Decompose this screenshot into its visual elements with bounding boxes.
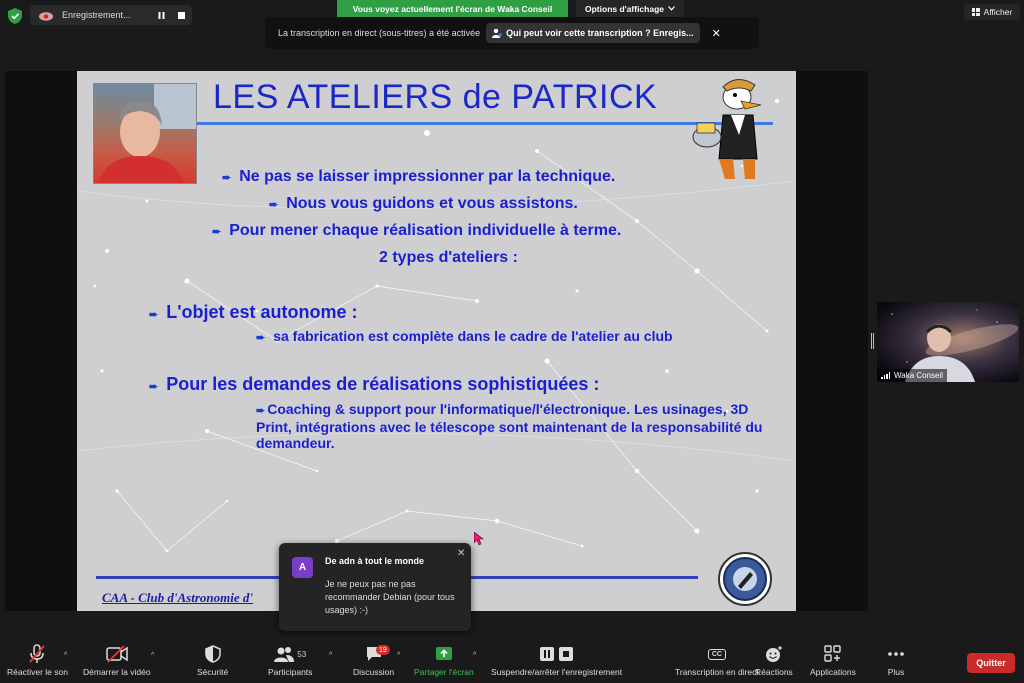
avatar: A bbox=[292, 557, 313, 578]
pause-stop-icon bbox=[539, 647, 573, 661]
more-button[interactable]: Plus bbox=[887, 644, 905, 677]
more-dots-icon bbox=[888, 652, 904, 656]
arrow-bullet-icon: ➨ bbox=[149, 309, 159, 321]
view-button[interactable]: Afficher bbox=[964, 4, 1020, 20]
person-icon bbox=[492, 28, 502, 38]
presenter-photo bbox=[93, 83, 197, 184]
smiley-icon bbox=[765, 646, 782, 662]
applications-button[interactable]: Applications bbox=[810, 644, 856, 677]
live-transcript-button[interactable]: CC Transcription en direct bbox=[675, 644, 759, 677]
participants-icon bbox=[274, 647, 295, 662]
transcription-notice-text: La transcription en direct (sous-titres)… bbox=[278, 28, 481, 38]
grid-view-icon bbox=[971, 8, 980, 16]
pause-recording-button[interactable] bbox=[152, 8, 170, 22]
close-icon[interactable]: ✕ bbox=[712, 27, 721, 40]
leave-meeting-button[interactable]: Quitter bbox=[967, 653, 1015, 673]
bullet-item: ➨ Pour mener chaque réalisation individue… bbox=[212, 222, 622, 239]
participant-video-tile[interactable]: Waka Conseil bbox=[877, 302, 1019, 382]
title-underline bbox=[197, 122, 773, 125]
cloud-recording-icon bbox=[39, 11, 53, 21]
view-button-label: Afficher bbox=[983, 7, 1013, 17]
chat-notification[interactable]: A De adn à tout le monde Je ne peux pas … bbox=[279, 543, 471, 631]
chat-unread-badge: 19 bbox=[376, 645, 390, 655]
arrow-bullet-icon: ➨ bbox=[269, 199, 279, 211]
bullet-item: ➨ Ne pas se laisser impressionner par la … bbox=[222, 168, 616, 185]
transcription-visibility-label: Qui peut voir cette transcription ? Enre… bbox=[506, 28, 694, 38]
club-logo bbox=[718, 552, 772, 606]
arrow-bullet-icon: ➨ bbox=[222, 172, 232, 184]
participants-count: 53 bbox=[297, 649, 307, 659]
close-icon[interactable]: ✕ bbox=[457, 548, 465, 559]
bullet-item: ➨ L'objet est autonome : bbox=[149, 302, 358, 322]
bullet-item: ➨ sa fabrication est complète dans le cad… bbox=[256, 328, 673, 344]
audio-options-caret[interactable]: ^ bbox=[64, 652, 67, 659]
view-options-button[interactable]: Options d'affichage bbox=[576, 0, 684, 17]
arrow-bullet-icon: ➨ bbox=[256, 405, 266, 417]
arrow-bullet-icon: ➨ bbox=[256, 332, 266, 344]
pause-icon bbox=[158, 11, 164, 19]
recording-label: Enregistrement... bbox=[62, 10, 131, 20]
panel-resize-handle[interactable] bbox=[871, 333, 874, 349]
bullet-item: 2 types d'ateliers : bbox=[379, 249, 518, 266]
share-screen-icon bbox=[435, 647, 452, 660]
mouse-cursor-icon bbox=[474, 532, 484, 546]
transcription-visibility-button[interactable]: Qui peut voir cette transcription ? Enre… bbox=[486, 23, 700, 43]
arrow-bullet-icon: ➨ bbox=[149, 381, 159, 393]
slide-title: LES ATELIERS de PATRICK bbox=[213, 78, 658, 116]
duck-mascot-illustration bbox=[692, 79, 762, 179]
slide-footer: CAA - Club d'Astronomie d' bbox=[102, 590, 253, 605]
recording-indicator: Enregistrement... bbox=[30, 5, 192, 25]
shield-icon bbox=[204, 645, 221, 663]
bullet-item: ➨ Pour les demandes de réalisations sophi… bbox=[149, 374, 600, 394]
view-options-label: Options d'affichage bbox=[585, 3, 664, 14]
bullet-item: ➨ Nous vous guidons et vous assistons. bbox=[269, 195, 578, 212]
unmute-button[interactable]: Réactiver le son bbox=[7, 644, 68, 677]
stop-recording-button[interactable] bbox=[172, 8, 190, 22]
cc-icon: CC bbox=[707, 648, 726, 660]
arrow-bullet-icon: ➨ bbox=[212, 226, 222, 238]
apps-icon bbox=[824, 645, 841, 662]
pause-stop-recording-button[interactable]: Suspendre/arrêter l'enregistrement bbox=[491, 644, 622, 677]
reactions-button[interactable]: Réactions bbox=[755, 644, 793, 677]
stop-icon bbox=[177, 11, 185, 19]
share-screen-button[interactable]: Partager l'écran bbox=[414, 644, 474, 677]
participants-options-caret[interactable]: ^ bbox=[329, 652, 332, 659]
participants-button[interactable]: 53 Participants bbox=[268, 644, 312, 677]
security-button[interactable]: Sécurité bbox=[197, 644, 228, 677]
signal-strength-icon bbox=[881, 372, 890, 379]
presentation-slide: LES ATELIERS de PATRICK ➨ Ne pas se laiss… bbox=[77, 71, 796, 611]
video-options-caret[interactable]: ^ bbox=[151, 652, 154, 659]
top-bar: Enregistrement... Vous voyez actuellemen… bbox=[0, 0, 1024, 68]
chat-sender: De adn à tout le monde bbox=[325, 556, 425, 566]
video-off-icon bbox=[106, 645, 128, 663]
bullet-item: ➨ Coaching & support pour l'informatique/… bbox=[256, 401, 763, 451]
security-shield-icon bbox=[8, 8, 22, 24]
start-video-button[interactable]: Démarrer la vidéo bbox=[83, 644, 151, 677]
meeting-toolbar: Réactiver le son ^ Démarrer la vidéo ^ S… bbox=[0, 636, 1024, 683]
chat-message: Je ne peux pas ne pas recommander Debian… bbox=[325, 579, 455, 615]
transcription-notice: La transcription en direct (sous-titres)… bbox=[265, 17, 759, 49]
muted-microphone-icon bbox=[29, 644, 46, 663]
chevron-down-icon bbox=[668, 6, 675, 11]
screen-share-banner: Vous voyez actuellement l'écran de Waka … bbox=[337, 0, 568, 17]
chat-options-caret[interactable]: ^ bbox=[397, 652, 400, 659]
share-options-caret[interactable]: ^ bbox=[473, 652, 476, 659]
participant-name-label: Waka Conseil bbox=[877, 369, 948, 382]
